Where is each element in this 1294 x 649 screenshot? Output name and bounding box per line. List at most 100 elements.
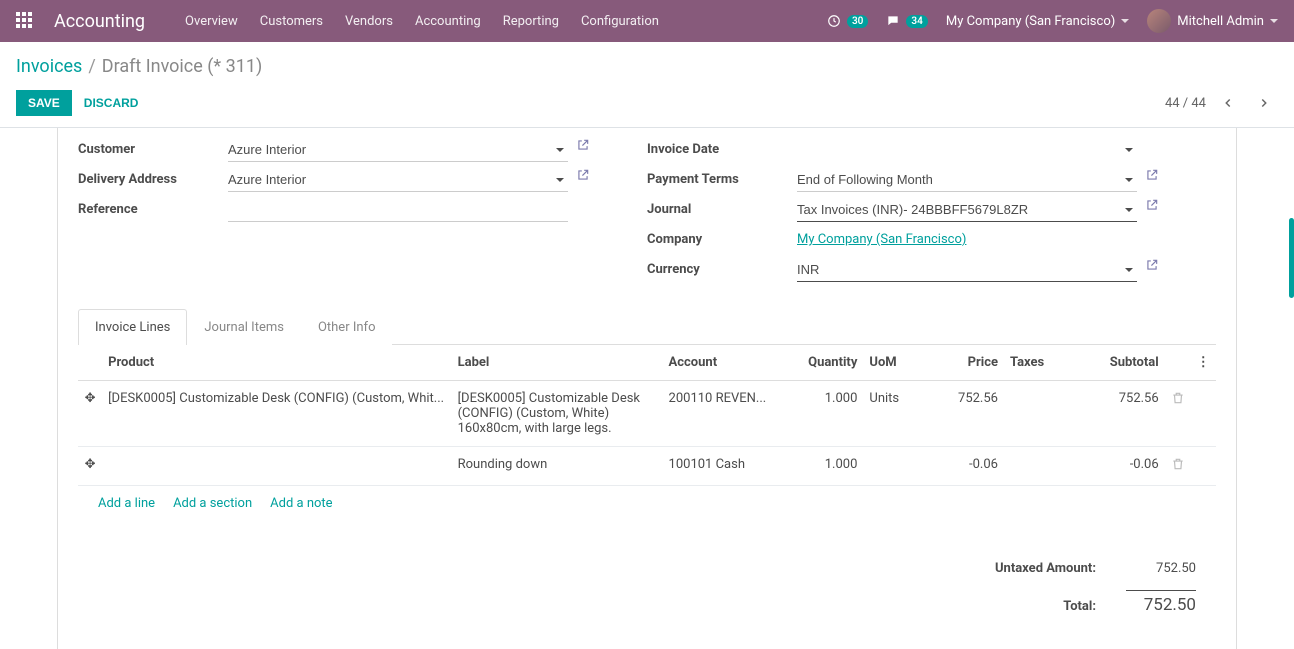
discard-button[interactable]: DISCARD [72,90,151,116]
col-uom[interactable]: UoM [863,345,923,381]
tabs: Invoice Lines Journal Items Other Info [78,308,1216,345]
input-customer[interactable] [228,138,568,162]
nav-vendors[interactable]: Vendors [345,14,393,29]
input-journal[interactable] [797,198,1137,222]
clock-icon [827,14,841,28]
cell-uom: Units [863,381,923,447]
external-link-currency[interactable] [1145,258,1159,276]
add-note[interactable]: Add a note [270,496,332,511]
nav-accounting[interactable]: Accounting [415,14,481,29]
col-quantity[interactable]: Quantity [783,345,863,381]
cell-price: 752.56 [924,381,1004,447]
col-subtotal[interactable]: Subtotal [1064,345,1164,381]
delete-row[interactable] [1165,381,1191,447]
tab-journal-items[interactable]: Journal Items [187,309,301,345]
cell-price: -0.06 [924,447,1004,486]
pager-next[interactable] [1250,89,1278,117]
add-line[interactable]: Add a line [98,496,155,511]
external-link-icon [576,168,590,182]
breadcrumb-root[interactable]: Invoices [16,56,82,77]
link-company[interactable]: My Company (San Francisco) [797,228,966,247]
nav-reporting[interactable]: Reporting [503,14,559,29]
input-delivery[interactable] [228,168,568,192]
trash-icon [1171,457,1185,471]
label-payment-terms: Payment Terms [647,168,797,187]
invoice-lines-table: Product Label Account Quantity UoM Price… [78,345,1216,486]
table-row[interactable]: ✥ [DESK0005] Customizable Desk (CONFIG) … [78,381,1216,447]
pager: 44 / 44 [1165,89,1278,117]
tab-other-info[interactable]: Other Info [301,309,393,345]
field-journal: Journal [647,198,1216,224]
totals: Untaxed Amount: 752.50 Total: 752.50 [956,521,1216,649]
pager-prev[interactable] [1214,89,1242,117]
avatar [1147,9,1171,33]
app-brand[interactable]: Accounting [54,11,145,32]
label-reference: Reference [78,198,228,217]
cell-uom [863,447,923,486]
cell-label: [DESK0005] Customizable Desk (CONFIG) (C… [452,381,663,447]
label-currency: Currency [647,258,797,277]
label-delivery: Delivery Address [78,168,228,187]
user-name: Mitchell Admin [1177,14,1264,29]
form-top: Customer Delivery Address [78,128,1216,308]
messaging-button[interactable]: 34 [886,14,927,28]
col-label[interactable]: Label [452,345,663,381]
field-company: Company My Company (San Francisco) [647,228,1216,254]
external-link-customer[interactable] [576,138,590,156]
col-account[interactable]: Account [663,345,784,381]
drag-handle[interactable]: ✥ [78,447,102,486]
pager-text: 44 / 44 [1165,96,1206,111]
form-sheet: Customer Delivery Address [57,128,1237,649]
input-invoice-date[interactable] [797,138,1137,161]
nav-right: 30 34 My Company (San Francisco) Mitchel… [827,9,1278,33]
breadcrumb-separator: / [88,56,95,77]
input-payment-terms[interactable] [797,168,1137,192]
columns-menu[interactable]: ⋮ [1191,345,1216,381]
company-switcher[interactable]: My Company (San Francisco) [946,14,1129,29]
label-invoice-date: Invoice Date [647,138,797,157]
chevron-down-icon [1270,19,1278,23]
table-row[interactable]: ✥ Rounding down 100101 Cash 1.000 -0.06 … [78,447,1216,486]
cell-account: 100101 Cash [663,447,784,486]
activity-button[interactable]: 30 [827,14,868,28]
label-journal: Journal [647,198,797,217]
message-count: 34 [906,15,927,28]
external-link-payment-terms[interactable] [1145,168,1159,186]
input-currency[interactable] [797,258,1137,282]
form-left-column: Customer Delivery Address [78,138,647,288]
form-right-column: Invoice Date Payment Terms Journal [647,138,1216,288]
cell-quantity: 1.000 [783,381,863,447]
activity-count: 30 [847,15,868,28]
user-menu[interactable]: Mitchell Admin [1147,9,1278,33]
nav-configuration[interactable]: Configuration [581,14,659,29]
input-reference[interactable] [228,198,568,222]
cell-taxes [1004,447,1064,486]
chevron-down-icon [1121,19,1129,23]
tab-invoice-lines[interactable]: Invoice Lines [78,309,187,345]
company-name: My Company (San Francisco) [946,14,1115,29]
col-product[interactable]: Product [102,345,452,381]
cell-taxes [1004,381,1064,447]
apps-icon[interactable] [16,12,34,30]
field-payment-terms: Payment Terms [647,168,1216,194]
add-section[interactable]: Add a section [173,496,252,511]
field-delivery: Delivery Address [78,168,647,194]
external-link-journal[interactable] [1145,198,1159,216]
field-reference: Reference [78,198,647,224]
field-currency: Currency [647,258,1216,284]
untaxed-value: 752.50 [1126,561,1196,576]
scrollbar-thumb[interactable] [1289,218,1294,298]
nav-overview[interactable]: Overview [185,14,238,29]
cell-label: Rounding down [452,447,663,486]
breadcrumb: Invoices / Draft Invoice (* 311) [0,42,1294,83]
external-link-delivery[interactable] [576,168,590,186]
trash-icon [1171,391,1185,405]
delete-row[interactable] [1165,447,1191,486]
col-taxes[interactable]: Taxes [1004,345,1064,381]
col-price[interactable]: Price [924,345,1004,381]
drag-handle[interactable]: ✥ [78,381,102,447]
nav-customers[interactable]: Customers [260,14,323,29]
external-link-icon [1145,198,1159,212]
nav-menu: Overview Customers Vendors Accounting Re… [185,14,659,29]
save-button[interactable]: SAVE [16,90,72,116]
